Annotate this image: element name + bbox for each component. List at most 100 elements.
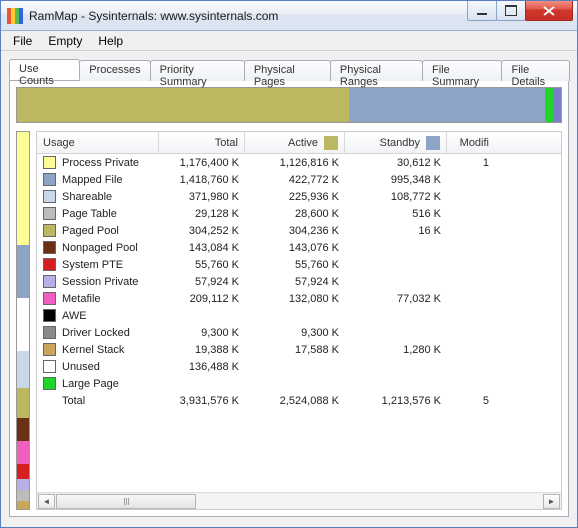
- table-row[interactable]: Large Page: [37, 375, 561, 392]
- cell-total: 57,924 K: [159, 275, 245, 289]
- table-row[interactable]: Page Table29,128 K28,600 K516 K: [37, 205, 561, 222]
- cell-mod: 5: [447, 394, 495, 408]
- row-swatch: [43, 156, 56, 169]
- menu-file[interactable]: File: [5, 32, 40, 50]
- stack-segment: [17, 501, 29, 509]
- table-row[interactable]: Nonpaged Pool143,084 K143,076 K: [37, 239, 561, 256]
- horizontal-scrollbar[interactable]: ◄ ►: [37, 492, 561, 509]
- row-label: Nonpaged Pool: [62, 242, 138, 254]
- app-window: RamMap - Sysinternals: www.sysinternals.…: [0, 0, 578, 528]
- table-total-row[interactable]: Total3,931,576 K2,524,088 K1,213,576 K5: [37, 392, 561, 409]
- cell-active: 17,588 K: [245, 343, 345, 357]
- cell-standby: [345, 281, 447, 283]
- tab-processes[interactable]: Processes: [79, 60, 150, 81]
- col-active[interactable]: Active: [245, 132, 345, 153]
- window-controls: [468, 1, 573, 21]
- cell-standby: [345, 366, 447, 368]
- client-area: Use CountsProcessesPriority SummaryPhysi…: [1, 51, 577, 527]
- row-swatch: [43, 377, 56, 390]
- row-label: Paged Pool: [62, 225, 119, 237]
- tab-physical-pages[interactable]: Physical Pages: [244, 60, 331, 81]
- cell-mod: [447, 332, 495, 334]
- tab-strip: Use CountsProcessesPriority SummaryPhysi…: [9, 59, 569, 80]
- stack-segment: [17, 388, 29, 418]
- table-row[interactable]: Mapped File1,418,760 K422,772 K995,348 K: [37, 171, 561, 188]
- row-label: Process Private: [62, 157, 139, 169]
- cell-standby: 1,280 K: [345, 343, 447, 357]
- active-swatch: [324, 136, 338, 150]
- col-total[interactable]: Total: [159, 132, 245, 153]
- window-title: RamMap - Sysinternals: www.sysinternals.…: [29, 9, 468, 23]
- maximize-button[interactable]: [496, 1, 526, 21]
- stack-segment: [17, 245, 29, 298]
- cell-standby: 108,772 K: [345, 190, 447, 204]
- tab-physical-ranges[interactable]: Physical Ranges: [330, 60, 423, 81]
- row-swatch: [43, 292, 56, 305]
- cell-mod: [447, 366, 495, 368]
- cell-total: 3,931,576 K: [159, 394, 245, 408]
- row-label: Page Table: [62, 208, 117, 220]
- scroll-track[interactable]: [56, 494, 542, 509]
- cell-total: 1,418,760 K: [159, 173, 245, 187]
- table-row[interactable]: Session Private57,924 K57,924 K: [37, 273, 561, 290]
- cell-total: 9,300 K: [159, 326, 245, 340]
- cell-active: 55,760 K: [245, 258, 345, 272]
- row-swatch: [43, 258, 56, 271]
- stack-segment: [17, 132, 29, 245]
- cell-total: [159, 383, 245, 385]
- close-button[interactable]: [525, 1, 573, 21]
- table-row[interactable]: Driver Locked9,300 K9,300 K: [37, 324, 561, 341]
- table-row[interactable]: Process Private1,176,400 K1,126,816 K30,…: [37, 154, 561, 171]
- cell-active: 57,924 K: [245, 275, 345, 289]
- usage-table: Usage Total Active Standby Modifi Proces…: [36, 131, 562, 510]
- titlebar[interactable]: RamMap - Sysinternals: www.sysinternals.…: [1, 1, 577, 31]
- cell-total: 136,488 K: [159, 360, 245, 374]
- cell-standby: [345, 383, 447, 385]
- minimize-button[interactable]: [467, 1, 497, 21]
- cell-standby: 16 K: [345, 224, 447, 238]
- cell-active: 2,524,088 K: [245, 394, 345, 408]
- active-usage-bar: [16, 87, 562, 123]
- tab-priority-summary[interactable]: Priority Summary: [150, 60, 245, 81]
- row-swatch: [43, 207, 56, 220]
- table-row[interactable]: AWE: [37, 307, 561, 324]
- col-usage[interactable]: Usage: [37, 132, 159, 153]
- col-standby[interactable]: Standby: [345, 132, 447, 153]
- table-row[interactable]: Shareable371,980 K225,936 K108,772 K: [37, 188, 561, 205]
- scroll-right-button[interactable]: ►: [543, 494, 560, 509]
- stack-segment: [17, 490, 29, 501]
- menu-empty[interactable]: Empty: [40, 32, 90, 50]
- cell-standby: [345, 332, 447, 334]
- row-label: Driver Locked: [62, 327, 130, 339]
- row-swatch: [43, 173, 56, 186]
- stack-segment: [17, 479, 29, 490]
- row-label: System PTE: [62, 259, 123, 271]
- table-body[interactable]: Process Private1,176,400 K1,126,816 K30,…: [37, 154, 561, 492]
- table-row[interactable]: Unused136,488 K: [37, 358, 561, 375]
- cell-mod: 1: [447, 156, 495, 170]
- cell-total: 19,388 K: [159, 343, 245, 357]
- cell-mod: [447, 213, 495, 215]
- bar-segment: [545, 88, 553, 122]
- cell-active: [245, 366, 345, 368]
- row-swatch: [43, 360, 56, 373]
- stack-segment: [17, 418, 29, 441]
- cell-active: 225,936 K: [245, 190, 345, 204]
- cell-standby: [345, 264, 447, 266]
- row-swatch: [43, 241, 56, 254]
- tab-file-details[interactable]: File Details: [501, 60, 570, 81]
- cell-mod: [447, 230, 495, 232]
- table-row[interactable]: Paged Pool304,252 K304,236 K16 K: [37, 222, 561, 239]
- tab-use-counts[interactable]: Use Counts: [9, 59, 80, 80]
- menu-help[interactable]: Help: [90, 32, 131, 50]
- table-row[interactable]: System PTE55,760 K55,760 K: [37, 256, 561, 273]
- table-row[interactable]: Kernel Stack19,388 K17,588 K1,280 K: [37, 341, 561, 358]
- col-modified[interactable]: Modifi: [447, 132, 495, 153]
- tab-content: Usage Total Active Standby Modifi Proces…: [9, 80, 569, 517]
- scroll-left-button[interactable]: ◄: [38, 494, 55, 509]
- row-swatch: [43, 343, 56, 356]
- cell-total: 143,084 K: [159, 241, 245, 255]
- tab-file-summary[interactable]: File Summary: [422, 60, 503, 81]
- table-row[interactable]: Metafile209,112 K132,080 K77,032 K: [37, 290, 561, 307]
- scroll-thumb[interactable]: [56, 494, 196, 509]
